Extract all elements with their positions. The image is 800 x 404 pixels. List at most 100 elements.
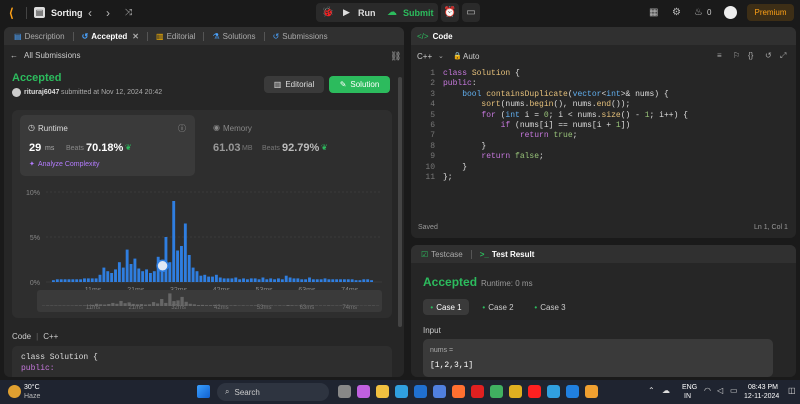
distribution-bar[interactable] <box>211 276 214 282</box>
tab-editorial[interactable]: ▥ Editorial <box>152 32 199 41</box>
distribution-bar[interactable] <box>346 279 350 282</box>
distribution-bar[interactable] <box>300 279 304 282</box>
auto-label[interactable]: Auto <box>463 52 479 61</box>
runtime-distribution-chart[interactable]: 10% 5% 0% 11ms 21ms 32ms 42ms 53ms 63ms 74ms <box>12 178 392 308</box>
distribution-bar[interactable] <box>79 279 83 282</box>
avatar[interactable] <box>724 6 737 19</box>
distribution-bar[interactable] <box>199 275 203 282</box>
telegram-icon[interactable] <box>547 385 560 398</box>
chrome-icon[interactable] <box>490 385 503 398</box>
distribution-bar[interactable] <box>370 280 373 282</box>
tray-chevron-icon[interactable]: ⌃ <box>648 386 655 395</box>
distribution-bar[interactable] <box>145 269 148 282</box>
distribution-bar[interactable] <box>148 273 152 282</box>
distribution-bar[interactable] <box>187 255 191 282</box>
case-1-button[interactable]: • Case 1 <box>423 299 469 315</box>
distribution-bar[interactable] <box>238 279 242 282</box>
distribution-bar[interactable] <box>59 279 63 282</box>
distribution-bar[interactable] <box>339 279 342 282</box>
next-problem-icon[interactable]: › <box>106 6 110 20</box>
gear-icon[interactable]: ⚙ <box>672 7 681 18</box>
alarm-button[interactable]: ⏰ <box>441 3 459 22</box>
distribution-bar[interactable] <box>354 280 358 282</box>
cloud-icon[interactable]: ☁ <box>662 386 670 395</box>
vscode-icon[interactable] <box>566 385 579 398</box>
distribution-bar[interactable] <box>90 278 94 282</box>
analyze-complexity-link[interactable]: Analyze Complexity <box>38 161 99 168</box>
distribution-bar[interactable] <box>327 279 331 282</box>
distribution-bar[interactable] <box>121 267 125 282</box>
leetcode-logo[interactable]: ⟨ <box>9 6 21 20</box>
distribution-bar[interactable] <box>249 278 253 282</box>
distribution-bar[interactable] <box>86 278 90 282</box>
distribution-bar[interactable] <box>71 279 75 282</box>
distribution-bar[interactable] <box>83 278 86 282</box>
youtube-icon[interactable] <box>528 385 541 398</box>
link-icon[interactable]: ⛓ <box>390 51 401 62</box>
case-3-button[interactable]: • Case 3 <box>527 299 573 315</box>
chevron-down-icon[interactable]: ⌄ <box>438 52 444 60</box>
distribution-bar[interactable] <box>164 237 168 282</box>
distribution-bar[interactable] <box>366 279 370 282</box>
distribution-bar[interactable] <box>63 279 67 282</box>
distribution-bar[interactable] <box>218 277 222 283</box>
tab-description[interactable]: ▤ Description <box>10 32 69 41</box>
store-icon[interactable] <box>433 385 446 398</box>
distribution-bar[interactable] <box>257 279 261 282</box>
notes-button[interactable]: ▭ <box>462 3 480 22</box>
distribution-bar[interactable] <box>296 278 300 282</box>
distribution-bar[interactable] <box>114 269 117 282</box>
fire-icon[interactable]: ♨ <box>694 7 703 18</box>
distribution-bar[interactable] <box>195 271 199 282</box>
distribution-bar[interactable] <box>315 279 319 282</box>
distribution-bar[interactable] <box>117 262 121 282</box>
distribution-bar[interactable] <box>335 279 339 282</box>
distribution-bar[interactable] <box>261 277 265 283</box>
netflix-icon[interactable] <box>471 385 484 398</box>
premium-button[interactable]: Premium <box>747 4 794 21</box>
tab-submissions[interactable]: ↺ Submissions <box>269 32 332 41</box>
distribution-bar[interactable] <box>242 278 245 282</box>
distribution-bar[interactable] <box>94 278 98 282</box>
notification-icon[interactable]: ◫ <box>788 386 796 395</box>
distribution-bar[interactable] <box>234 277 238 283</box>
distribution-bar[interactable] <box>277 278 280 282</box>
distribution-bar[interactable] <box>98 274 102 282</box>
tab-test-result[interactable]: >_ Test Result <box>476 250 539 259</box>
distribution-bar[interactable] <box>133 258 137 282</box>
run-button[interactable]: Run <box>358 8 376 18</box>
distribution-bar[interactable] <box>67 279 71 282</box>
info-icon[interactable]: ⓘ <box>178 123 186 134</box>
distribution-bar[interactable] <box>304 279 308 282</box>
distribution-bar[interactable] <box>280 279 284 282</box>
debug-icon[interactable]: 🐞 <box>322 6 334 18</box>
tab-solutions[interactable]: ⚗ Solutions <box>208 32 259 41</box>
distribution-bar[interactable] <box>141 271 145 282</box>
distribution-bar[interactable] <box>183 223 187 283</box>
volume-icon[interactable]: ◁ <box>717 386 723 395</box>
reset-icon[interactable]: ↺ <box>765 51 772 60</box>
distribution-bar[interactable] <box>168 262 172 282</box>
distribution-bar[interactable] <box>358 280 362 282</box>
language-primary[interactable]: ENG <box>682 384 697 391</box>
submit-button[interactable]: Submit <box>403 8 434 18</box>
distribution-bar[interactable] <box>288 277 292 283</box>
distribution-bar[interactable] <box>284 275 288 282</box>
current-runtime-marker[interactable] <box>156 259 169 273</box>
battery-icon[interactable]: ▭ <box>730 386 738 395</box>
edge-icon[interactable] <box>395 385 408 398</box>
layout-icon[interactable]: ▦ <box>649 7 658 18</box>
tab-accepted[interactable]: ↺ Accepted ✕ <box>78 32 143 41</box>
editorial-button[interactable]: ▥ Editorial <box>264 76 324 93</box>
chrome-profile-icon[interactable] <box>509 385 522 398</box>
outlook-icon[interactable] <box>414 385 427 398</box>
distribution-bar[interactable] <box>191 267 195 282</box>
distribution-bar[interactable] <box>311 279 315 282</box>
distribution-bar[interactable] <box>207 276 211 282</box>
solution-button[interactable]: ✎ Solution <box>329 76 390 93</box>
distribution-bar[interactable] <box>75 279 79 282</box>
distribution-bar[interactable] <box>362 279 366 282</box>
tab-testcase[interactable]: ☑ Testcase <box>417 250 467 259</box>
distribution-bar[interactable] <box>102 267 106 282</box>
distribution-bar[interactable] <box>265 279 269 282</box>
